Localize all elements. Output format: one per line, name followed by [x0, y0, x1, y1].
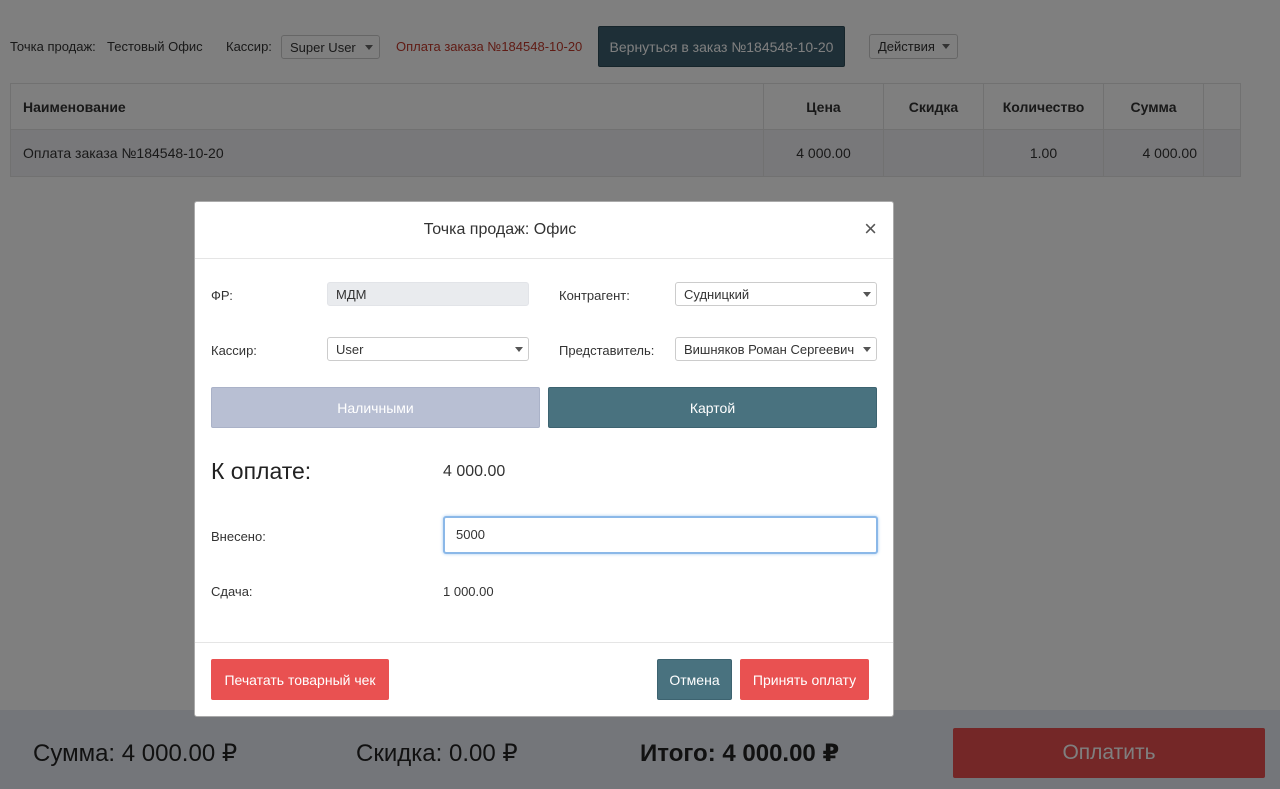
modal-cashier-label: Кассир:	[211, 343, 257, 358]
fr-field: МДМ	[327, 282, 529, 306]
fr-value: МДМ	[336, 287, 367, 302]
payment-modal: Точка продаж: Офис × ФР: МДМ Контрагент:…	[194, 201, 894, 717]
modal-cashier-select[interactable]: User	[327, 337, 529, 361]
caret-down-icon	[515, 347, 523, 352]
change-label: Сдача:	[211, 584, 253, 599]
representative-value: Вишняков Роман Сергеевич	[684, 342, 855, 357]
accept-payment-button[interactable]: Принять оплату	[740, 659, 869, 700]
contractor-value: Судницкий	[684, 287, 750, 302]
caret-down-icon	[863, 292, 871, 297]
print-receipt-button[interactable]: Печатать товарный чек	[211, 659, 389, 700]
contractor-label: Контрагент:	[559, 288, 630, 303]
close-icon[interactable]: ×	[864, 218, 877, 240]
representative-label: Представитель:	[559, 343, 655, 358]
representative-select[interactable]: Вишняков Роман Сергеевич	[675, 337, 877, 361]
fr-label: ФР:	[211, 288, 233, 303]
tab-card[interactable]: Картой	[548, 387, 877, 428]
tab-cash[interactable]: Наличными	[211, 387, 540, 428]
modal-title: Точка продаж: Офис	[423, 221, 577, 238]
change-value: 1 000.00	[443, 584, 494, 599]
modal-cashier-value: User	[336, 342, 364, 357]
contractor-select[interactable]: Судницкий	[675, 282, 877, 306]
to-pay-label: К оплате:	[211, 458, 312, 484]
modal-header: Точка продаж: Офис ×	[195, 202, 893, 259]
caret-down-icon	[863, 347, 871, 352]
to-pay-value: 4 000.00	[443, 463, 506, 480]
paid-amount-input[interactable]: 5000	[443, 516, 878, 554]
cancel-button[interactable]: Отмена	[657, 659, 732, 700]
paid-label: Внесено:	[211, 529, 266, 544]
